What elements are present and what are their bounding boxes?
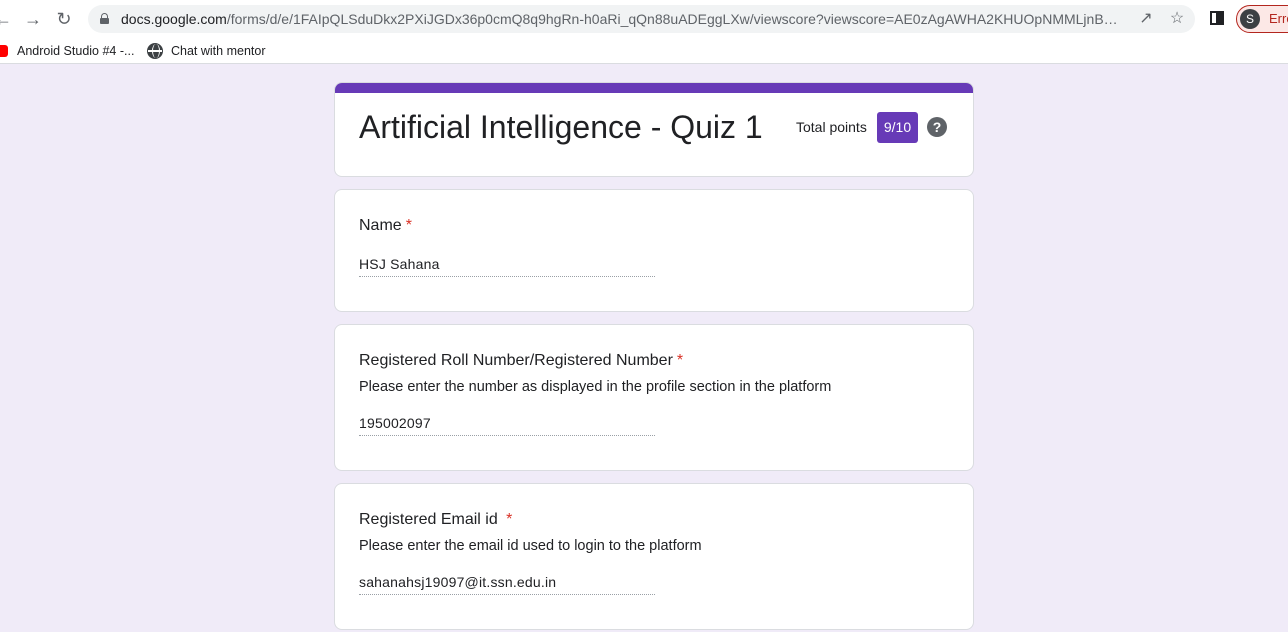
- question-title-text: Name: [359, 217, 402, 234]
- url-text[interactable]: docs.google.com/forms/d/e/1FAIpQLSduDkx2…: [121, 11, 1121, 27]
- profile-button[interactable]: S Erro: [1236, 5, 1288, 33]
- browser-toolbar: ← → ↻ docs.google.com/forms/d/e/1FAIpQLS…: [0, 0, 1288, 38]
- forward-icon[interactable]: →: [22, 8, 44, 30]
- globe-icon: [147, 43, 163, 59]
- required-asterisk: *: [676, 352, 684, 369]
- bookmark-chat-with-mentor[interactable]: Chat with mentor: [171, 42, 265, 60]
- answer-name: HSJ Sahana: [359, 255, 655, 277]
- question-title-text: Registered Roll Number/Registered Number: [359, 352, 673, 369]
- question-card-roll-number: Registered Roll Number/Registered Number…: [334, 324, 974, 471]
- question-title: Registered Roll Number/Registered Number…: [359, 352, 683, 370]
- back-icon[interactable]: ←: [0, 8, 14, 30]
- question-title: Name *: [359, 217, 412, 235]
- address-bar[interactable]: docs.google.com/forms/d/e/1FAIpQLSduDkx2…: [88, 5, 1195, 33]
- url-path: /forms/d/e/1FAIpQLSduDkx2PXiJGDx36p0cmQ8…: [226, 11, 1121, 27]
- question-description: Please enter the email id used to login …: [359, 538, 702, 554]
- lock-icon[interactable]: [100, 13, 109, 24]
- form-title: Artificial Intelligence - Quiz 1: [359, 109, 763, 145]
- share-icon[interactable]: ↗: [1136, 9, 1156, 29]
- score-badge: 9/10: [877, 112, 918, 143]
- accent-bar: [335, 83, 973, 93]
- youtube-icon: [0, 45, 8, 57]
- answer-roll-number: 195002097: [359, 414, 655, 436]
- reload-icon[interactable]: ↻: [53, 8, 75, 30]
- form-header-card: Artificial Intelligence - Quiz 1 Total p…: [334, 82, 974, 177]
- question-description: Please enter the number as displayed in …: [359, 379, 832, 395]
- profile-status: Erro: [1269, 11, 1288, 26]
- answer-email: sahanahsj19097@it.ssn.edu.in: [359, 573, 655, 595]
- question-card-email: Registered Email id * Please enter the e…: [334, 483, 974, 630]
- total-points-label: Total points: [796, 119, 867, 135]
- question-title-text: Registered Email id: [359, 511, 503, 528]
- bookmarks-bar: Android Studio #4 -... Chat with mentor: [0, 38, 1288, 64]
- avatar: S: [1240, 9, 1260, 29]
- url-host: docs.google.com: [121, 11, 227, 27]
- side-panel-icon[interactable]: [1210, 11, 1224, 25]
- question-card-name: Name * HSJ Sahana: [334, 189, 974, 312]
- required-asterisk: *: [405, 217, 412, 234]
- help-icon[interactable]: ?: [927, 117, 947, 137]
- question-title: Registered Email id *: [359, 511, 512, 529]
- bookmark-android-studio[interactable]: Android Studio #4 -...: [17, 42, 134, 60]
- required-asterisk: *: [506, 511, 513, 528]
- bookmark-star-icon[interactable]: ☆: [1167, 9, 1187, 29]
